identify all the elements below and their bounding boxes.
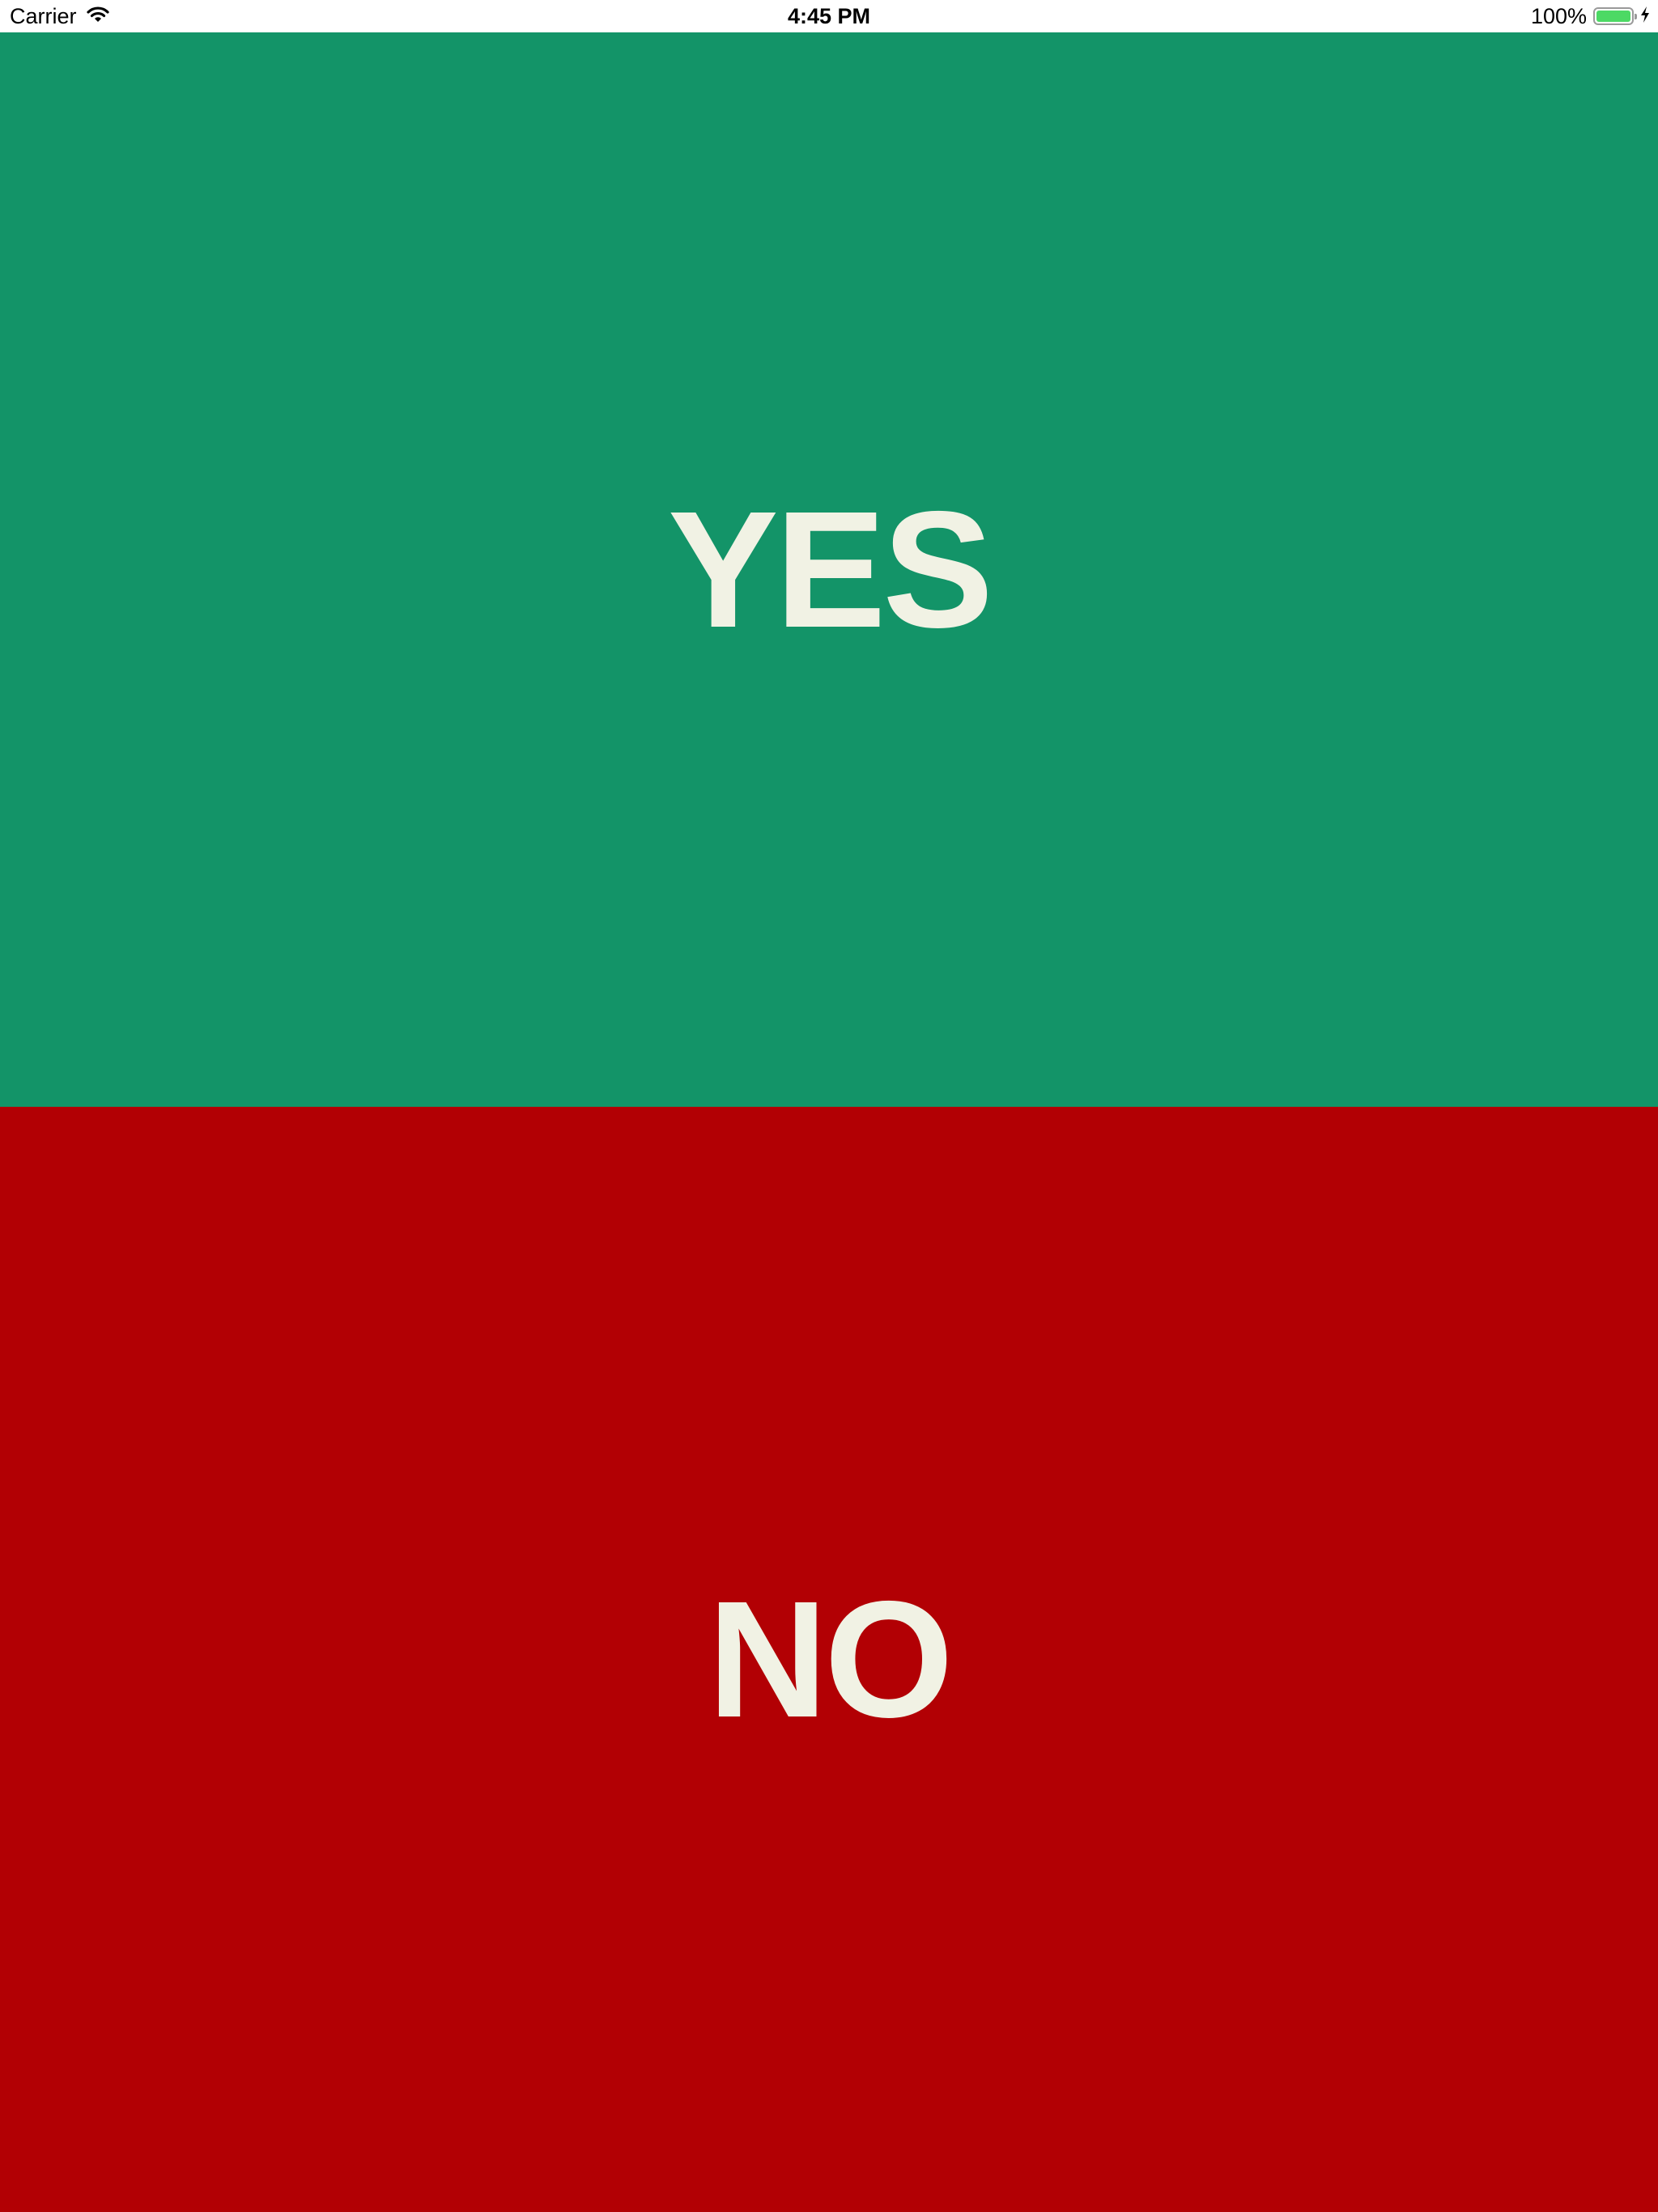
battery-nub [1635, 14, 1637, 19]
yes-button[interactable]: YES [0, 32, 1658, 1107]
yes-label: YES [667, 477, 993, 662]
battery-percent: 100% [1530, 3, 1587, 28]
battery-fill [1596, 11, 1630, 22]
charging-bolt-icon [1640, 4, 1650, 29]
no-label: NO [708, 1567, 953, 1752]
status-time: 4:45 PM [787, 4, 871, 28]
battery-icon [1593, 7, 1637, 25]
no-button[interactable]: NO [0, 1107, 1658, 2212]
status-right-group: 100% [1531, 0, 1650, 32]
status-bar: Carrier 4:45 PM 100% [0, 0, 1658, 32]
